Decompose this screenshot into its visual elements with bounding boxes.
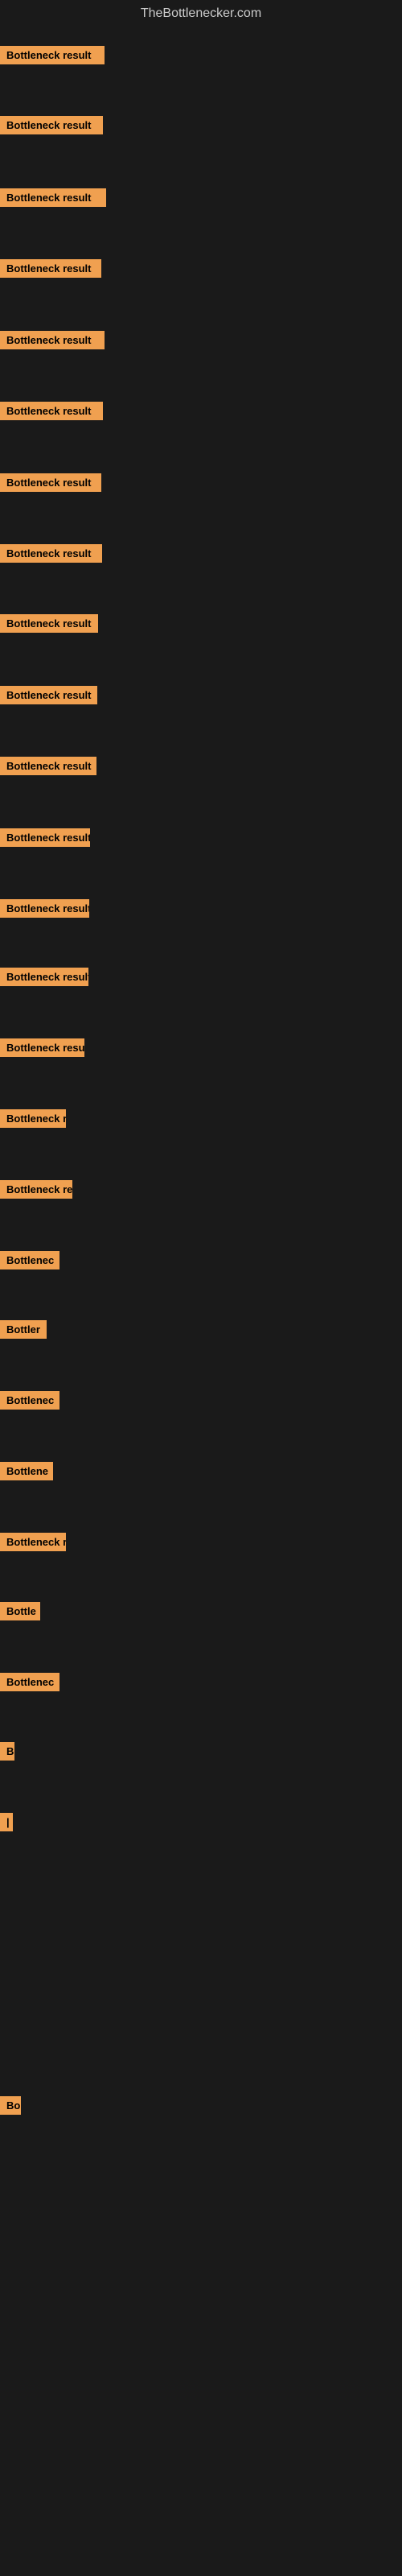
bottleneck-result-item: Bottleneck result xyxy=(0,331,105,349)
bottleneck-result-item: Bottleneck r xyxy=(0,1533,66,1551)
site-title: TheBottlenecker.com xyxy=(0,0,402,27)
bottleneck-result-item: Bottleneck res xyxy=(0,1180,72,1199)
bottleneck-result-item: Bottleneck result xyxy=(0,899,89,918)
bottleneck-result-item: Bo xyxy=(0,2096,21,2115)
bottleneck-result-item: Bottleneck result xyxy=(0,968,88,986)
bottleneck-result-item: Bottleneck result xyxy=(0,828,90,847)
bottleneck-result-item: B xyxy=(0,1742,14,1761)
bottleneck-result-item: Bottleneck result xyxy=(0,259,101,278)
bottleneck-result-item: Bottleneck result xyxy=(0,686,97,704)
bottleneck-result-item: Bottlene xyxy=(0,1462,53,1480)
bottleneck-result-item: | xyxy=(0,1813,13,1831)
bottleneck-result-item: Bottle xyxy=(0,1602,40,1620)
bottleneck-result-item: Bottler xyxy=(0,1320,47,1339)
bottleneck-result-item: Bottleneck result xyxy=(0,116,103,134)
bottleneck-result-item: Bottleneck result xyxy=(0,473,101,492)
bottleneck-result-item: Bottleneck result xyxy=(0,757,96,775)
bottleneck-result-item: Bottlenec xyxy=(0,1391,59,1410)
bottleneck-result-item: Bottleneck result xyxy=(0,614,98,633)
bottleneck-result-item: Bottleneck r xyxy=(0,1109,66,1128)
bottleneck-result-item: Bottlenec xyxy=(0,1673,59,1691)
bottleneck-result-item: Bottlenec xyxy=(0,1251,59,1269)
bottleneck-result-item: Bottleneck resul xyxy=(0,1038,84,1057)
bottleneck-result-item: Bottleneck result xyxy=(0,188,106,207)
bottleneck-result-item: Bottleneck result xyxy=(0,544,102,563)
bottleneck-result-item: Bottleneck result xyxy=(0,46,105,64)
bottleneck-result-item: Bottleneck result xyxy=(0,402,103,420)
